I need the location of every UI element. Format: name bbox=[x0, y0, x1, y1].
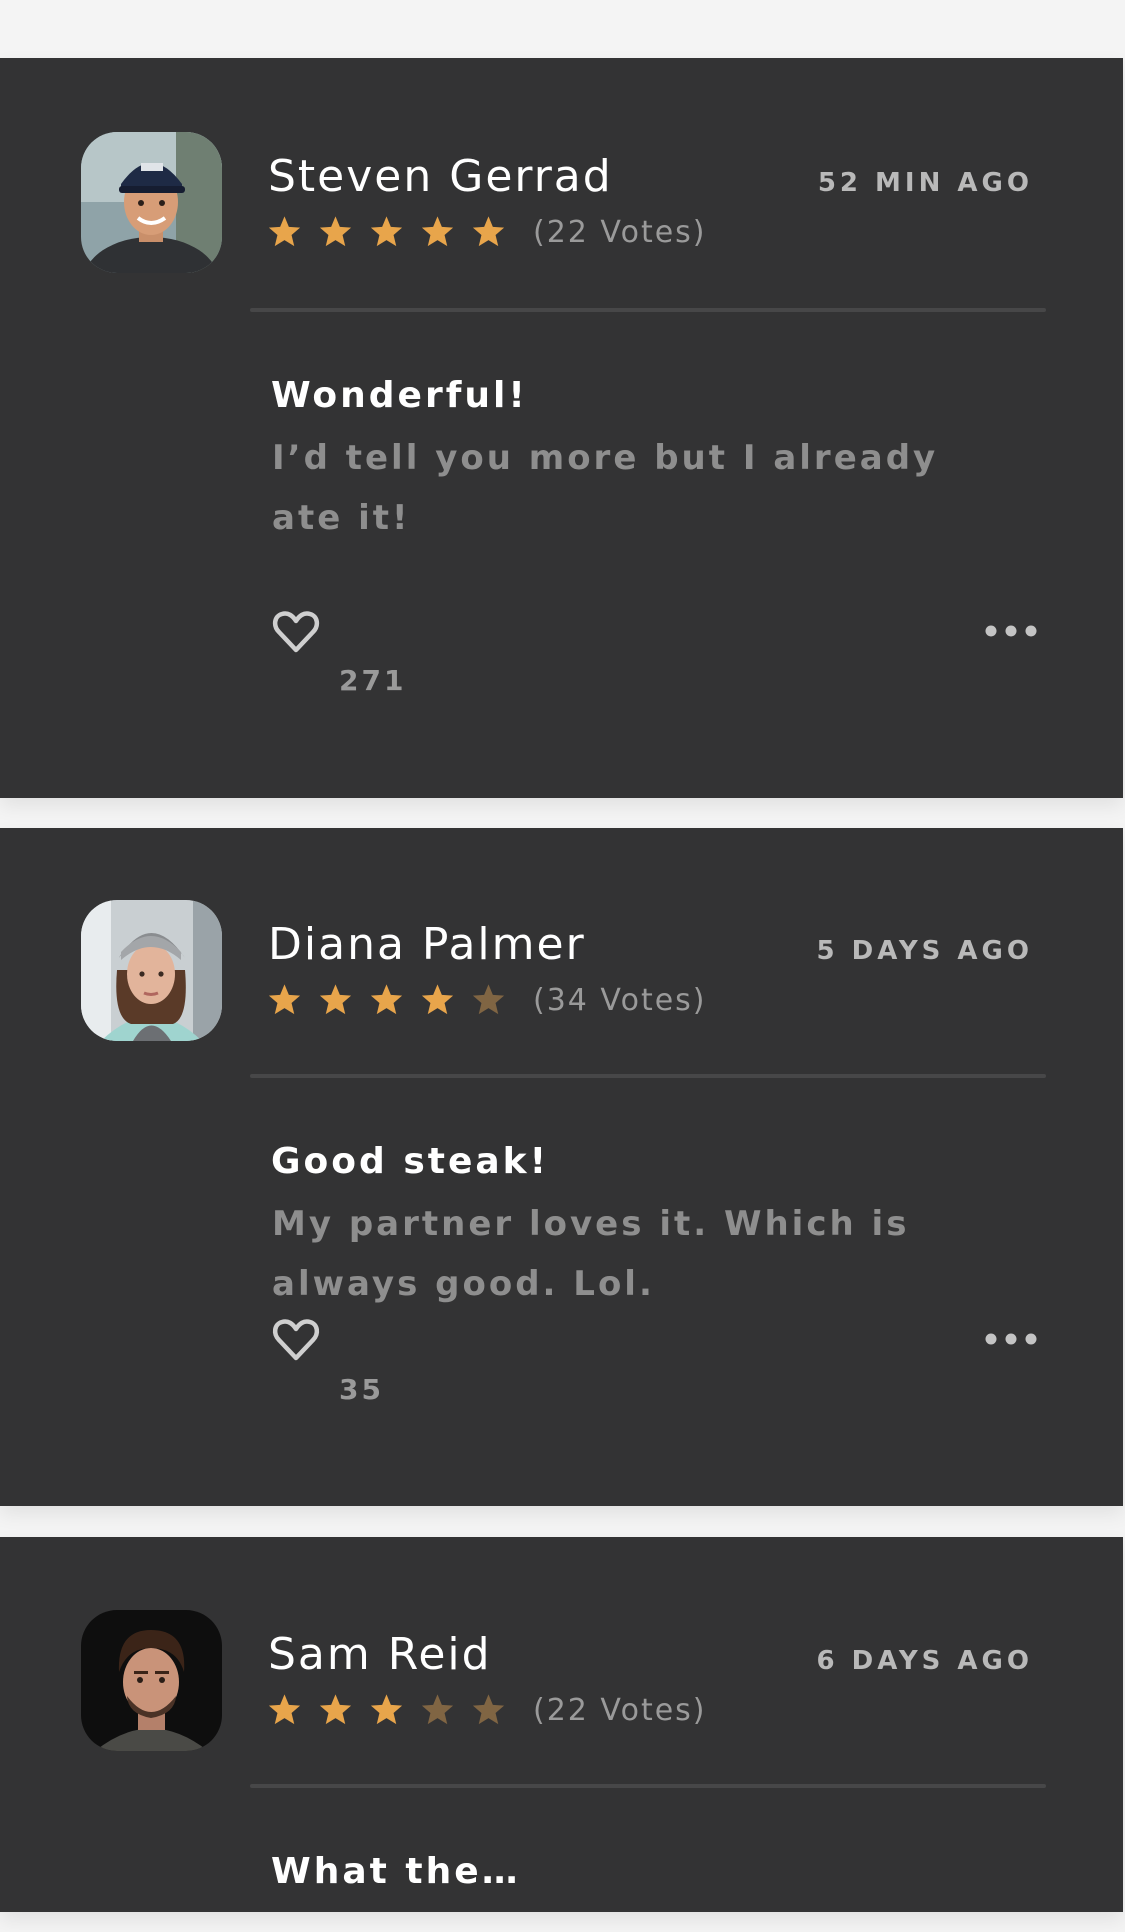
divider bbox=[250, 1074, 1046, 1078]
more-dots-icon[interactable] bbox=[984, 624, 1038, 638]
vote-count: (22 Votes) bbox=[533, 214, 707, 250]
reviewer-name[interactable]: Diana Palmer bbox=[268, 919, 586, 970]
divider bbox=[250, 1784, 1046, 1788]
heart-icon[interactable] bbox=[272, 1318, 320, 1362]
star-icon bbox=[266, 982, 303, 1018]
star-icon bbox=[368, 1692, 405, 1728]
review-title: What the… bbox=[271, 1851, 521, 1892]
review-card: Diana Palmer 5 DAYS AGO (34 Votes) Good … bbox=[0, 828, 1123, 1506]
star-icon bbox=[317, 982, 354, 1018]
divider bbox=[250, 308, 1046, 312]
star-icon bbox=[419, 214, 456, 250]
vote-count: (34 Votes) bbox=[533, 982, 707, 1018]
star-icon bbox=[266, 214, 303, 250]
vote-count: (22 Votes) bbox=[533, 1692, 707, 1728]
reviewer-name[interactable]: Sam Reid bbox=[268, 1629, 492, 1680]
star-icon bbox=[470, 1692, 507, 1728]
star-rating: (22 Votes) bbox=[266, 214, 707, 250]
avatar[interactable] bbox=[81, 132, 222, 273]
review-time: 52 MIN AGO bbox=[817, 168, 1033, 198]
reviews-page: Steven Gerrad 52 MIN AGO (22 Votes) Wond… bbox=[0, 0, 1125, 1932]
like-count: 271 bbox=[339, 664, 407, 697]
star-icon bbox=[317, 1692, 354, 1728]
review-title: Wonderful! bbox=[271, 375, 528, 416]
star-icon bbox=[317, 214, 354, 250]
more-dots-icon[interactable] bbox=[984, 1332, 1038, 1346]
review-title: Good steak! bbox=[271, 1141, 550, 1182]
review-time: 6 DAYS AGO bbox=[816, 1646, 1033, 1676]
heart-icon[interactable] bbox=[272, 610, 320, 654]
star-icon bbox=[266, 1692, 303, 1728]
reviewer-name[interactable]: Steven Gerrad bbox=[268, 151, 613, 202]
star-icon bbox=[470, 214, 507, 250]
review-time: 5 DAYS AGO bbox=[816, 936, 1033, 966]
review-card: Steven Gerrad 52 MIN AGO (22 Votes) Wond… bbox=[0, 58, 1123, 798]
review-text: My partner loves it. Which is always goo… bbox=[272, 1204, 910, 1304]
star-icon bbox=[419, 1692, 456, 1728]
star-icon bbox=[419, 982, 456, 1018]
review-text: I’d tell you more but I already ate it! bbox=[272, 438, 939, 538]
avatar[interactable] bbox=[81, 1610, 222, 1751]
star-icon bbox=[470, 982, 507, 1018]
star-rating: (34 Votes) bbox=[266, 982, 707, 1018]
avatar[interactable] bbox=[81, 900, 222, 1041]
like-count: 35 bbox=[339, 1373, 384, 1406]
review-card: Sam Reid 6 DAYS AGO (22 Votes) What the… bbox=[0, 1537, 1123, 1912]
star-rating: (22 Votes) bbox=[266, 1692, 707, 1728]
star-icon bbox=[368, 982, 405, 1018]
star-icon bbox=[368, 214, 405, 250]
